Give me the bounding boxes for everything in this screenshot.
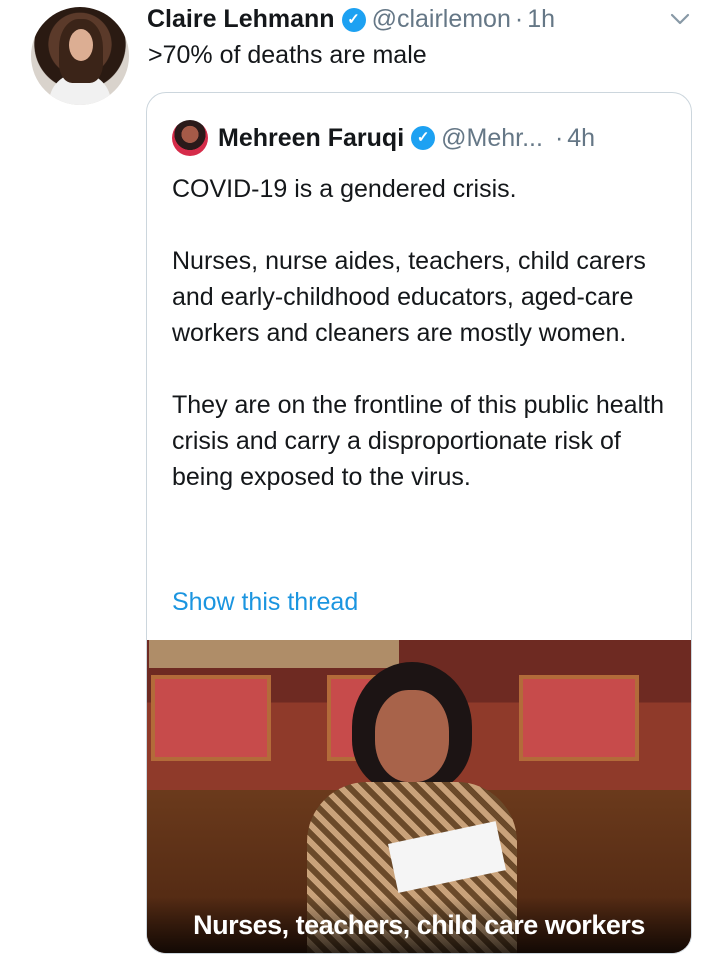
author-handle[interactable]: @clairlemon xyxy=(372,5,511,34)
quoted-tweet-text: COVID-19 is a gendered crisis. Nurses, n… xyxy=(172,171,672,495)
quoted-author-name[interactable]: Mehreen Faruqi xyxy=(218,124,404,153)
show-thread-link[interactable]: Show this thread xyxy=(172,588,358,617)
speaker-face xyxy=(375,690,449,782)
quoted-paragraph: They are on the frontline of this public… xyxy=(172,391,664,491)
quoted-tweet-header: Mehreen Faruqi ✓ @Mehr... · 4h xyxy=(172,120,595,156)
verified-badge-icon: ✓ xyxy=(411,126,436,150)
tweet-header: Claire Lehmann ✓ @clairlemon · 1h xyxy=(147,5,555,34)
verified-badge-icon: ✓ xyxy=(341,7,366,32)
avatar-face xyxy=(69,29,93,61)
video-caption: Nurses, teachers, child care workers xyxy=(147,897,691,953)
quoted-paragraph: COVID-19 is a gendered crisis. xyxy=(172,175,517,203)
author-name[interactable]: Claire Lehmann xyxy=(147,5,335,34)
chevron-down-icon[interactable] xyxy=(669,8,691,30)
tweet-text: >70% of deaths are male xyxy=(148,41,427,69)
separator-dot: · xyxy=(554,123,564,152)
quoted-tweet-timestamp[interactable]: 4h xyxy=(567,124,595,153)
quoted-author-avatar[interactable] xyxy=(172,120,208,156)
quoted-author-handle[interactable]: @Mehr... xyxy=(441,124,543,153)
quoted-tweet-card[interactable]: Mehreen Faruqi ✓ @Mehr... · 4h COVID-19 … xyxy=(146,92,692,954)
video-thumbnail[interactable]: Nurses, teachers, child care workers xyxy=(147,640,691,953)
quoted-paragraph: Nurses, nurse aides, teachers, child car… xyxy=(172,247,646,347)
author-avatar[interactable] xyxy=(31,7,129,105)
chamber-seat xyxy=(151,675,271,761)
chamber-seat xyxy=(519,675,639,761)
tweet-timestamp[interactable]: 1h xyxy=(527,5,555,34)
separator-dot: · xyxy=(514,5,524,33)
